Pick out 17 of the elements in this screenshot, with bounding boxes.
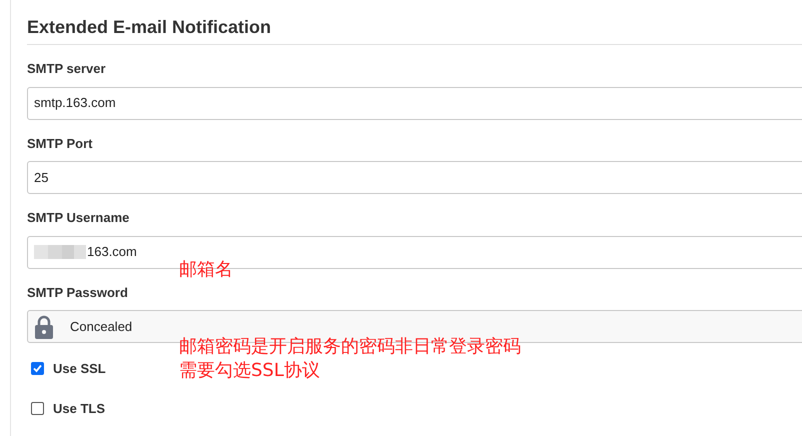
field-label: SMTP Username bbox=[27, 209, 130, 227]
lock-icon bbox=[35, 314, 53, 338]
section-title: Extended E-mail Notification bbox=[27, 14, 802, 45]
check-icon bbox=[33, 364, 42, 374]
field-value: 25 bbox=[34, 168, 48, 187]
checkbox[interactable] bbox=[31, 402, 44, 415]
field-label: SMTP server bbox=[27, 60, 107, 78]
checkbox-label: Use SSL bbox=[53, 360, 106, 378]
checkbox-label: Use TLS bbox=[53, 400, 106, 418]
input-field[interactable]: smtp.163.com bbox=[27, 86, 802, 120]
field-value: smtp.163.com bbox=[34, 94, 116, 112]
field-label: SMTP Port bbox=[27, 134, 94, 152]
concealed-text: Concealed bbox=[70, 318, 132, 336]
checkbox[interactable] bbox=[31, 362, 44, 376]
field-value: 163.com bbox=[87, 243, 137, 262]
input-field[interactable]: 25 bbox=[27, 161, 802, 194]
field-label: SMTP Password bbox=[27, 284, 129, 302]
